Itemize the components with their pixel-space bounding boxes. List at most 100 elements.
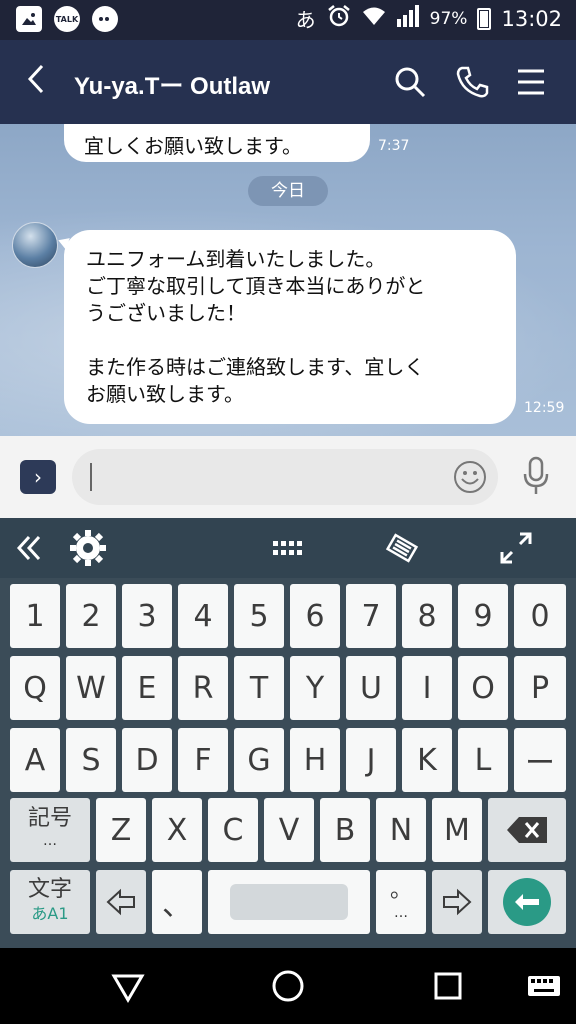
key-8[interactable]: 8 [402,584,452,648]
chat-header: Yu-ya.Tー Outlaw [0,40,576,124]
mode-key-label: 文字 [27,877,72,902]
fullscreen-icon[interactable] [494,528,538,568]
period-key-dots: … [394,905,408,921]
period-key-label: 。 [389,878,412,903]
emoji-icon[interactable] [452,459,488,495]
keyboard-layout-icon[interactable] [266,528,310,568]
message-line: ご丁寧な取引して頂き本当にありがと [86,274,426,298]
key-m[interactable]: M [432,798,482,862]
back-icon[interactable] [24,62,48,104]
cursor-right-key[interactable] [432,870,482,934]
collapse-toolbar-icon[interactable] [10,528,50,568]
enter-key[interactable] [488,870,566,934]
key-1[interactable]: 1 [10,584,60,648]
expand-menu-button[interactable]: › [20,460,56,494]
key-y[interactable]: Y [290,656,340,720]
cursor-left-key[interactable] [96,870,146,934]
system-nav-bar [0,948,576,1024]
comma-key[interactable]: 、 [152,870,202,934]
key-l[interactable]: L [458,728,508,792]
key-3[interactable]: 3 [122,584,172,648]
battery-percent: 97% [429,8,468,29]
chat-messages[interactable]: 宜しくお願い致します。 7:37 今日 ユニフォーム到着いたしました。 ご丁寧な… [0,124,576,436]
key-b[interactable]: B [320,798,370,862]
message-timestamp: 12:59 [524,400,565,416]
space-key-indicator [230,884,348,920]
key-z[interactable]: Z [96,798,146,862]
message-bubble-previous[interactable]: 宜しくお願い致します。 [64,124,370,162]
key-9[interactable]: 9 [458,584,508,648]
key-n[interactable]: N [376,798,426,862]
key-s[interactable]: S [66,728,116,792]
period-key[interactable]: 。 … [376,870,426,934]
backspace-icon [507,817,547,843]
key-2[interactable]: 2 [66,584,116,648]
message-line: ユニフォーム到着いたしました。 [86,247,386,271]
key-q[interactable]: Q [10,656,60,720]
system-status: あ 97% 13:02 [296,4,562,33]
key-5[interactable]: 5 [234,584,284,648]
key-r[interactable]: R [178,656,228,720]
signal-icon [396,5,420,32]
wifi-icon [362,6,386,31]
symbol-key-label: 記号 [27,806,72,831]
message-bubble[interactable]: ユニフォーム到着いたしました。 ご丁寧な取引して頂き本当にありがと うございまし… [64,230,516,424]
mode-key-sublabel: あA1 [31,904,69,923]
key-u[interactable]: U [346,656,396,720]
key-x[interactable]: X [152,798,202,862]
clock: 13:02 [501,6,562,31]
home-nav-icon[interactable] [268,966,308,1006]
mode-toggle-key[interactable]: 文字 あA1 [10,870,90,934]
input-mode-indicator: あ [295,8,316,32]
key-p[interactable]: P [514,656,566,720]
key-i[interactable]: I [402,656,452,720]
software-keyboard: 1 2 3 4 5 6 7 8 9 0 Q W E R T Y U I O P … [0,578,576,948]
notification-icons: TALK [16,6,118,32]
message-input[interactable] [72,449,498,505]
key-a[interactable]: A [10,728,60,792]
key-t[interactable]: T [234,656,284,720]
alarm-icon [326,4,352,33]
key-w[interactable]: W [66,656,116,720]
avatar[interactable] [12,222,58,268]
chat-bubble-icon [92,6,118,32]
key-j[interactable]: J [346,728,396,792]
space-key[interactable] [208,870,370,934]
gear-icon[interactable] [66,528,110,568]
handwriting-keyboard-icon[interactable] [380,528,424,568]
key-v[interactable]: V [264,798,314,862]
key-c[interactable]: C [208,798,258,862]
phone-icon[interactable] [452,62,492,102]
message-line: また作る時はご連絡致します、宜しく [86,355,425,379]
symbol-key[interactable]: 記号 … [10,798,90,862]
key-g[interactable]: G [234,728,284,792]
microphone-icon[interactable] [520,456,552,496]
talk-label: TALK [55,14,79,24]
key-long-vowel[interactable]: ー [514,728,566,792]
recents-nav-icon[interactable] [428,966,468,1006]
key-0[interactable]: 0 [514,584,566,648]
symbol-key-dots: … [43,833,57,849]
menu-icon[interactable] [512,62,552,102]
key-7[interactable]: 7 [346,584,396,648]
key-e[interactable]: E [122,656,172,720]
message-line: お願い致します。 [86,382,244,406]
keyboard-switch-icon[interactable] [524,966,564,1006]
message-timestamp: 7:37 [378,138,410,154]
key-4[interactable]: 4 [178,584,228,648]
key-f[interactable]: F [178,728,228,792]
search-icon[interactable] [390,62,430,102]
arrow-left-icon [106,888,135,916]
message-text: 宜しくお願い致します。 [84,134,302,158]
key-k[interactable]: K [402,728,452,792]
message-input-bar: › [0,436,576,518]
key-h[interactable]: H [290,728,340,792]
date-divider: 今日 [248,176,328,206]
key-6[interactable]: 6 [290,584,340,648]
backspace-key[interactable] [488,798,566,862]
back-nav-icon[interactable] [108,966,148,1006]
key-o[interactable]: O [458,656,508,720]
key-d[interactable]: D [122,728,172,792]
arrow-right-icon [443,888,472,916]
